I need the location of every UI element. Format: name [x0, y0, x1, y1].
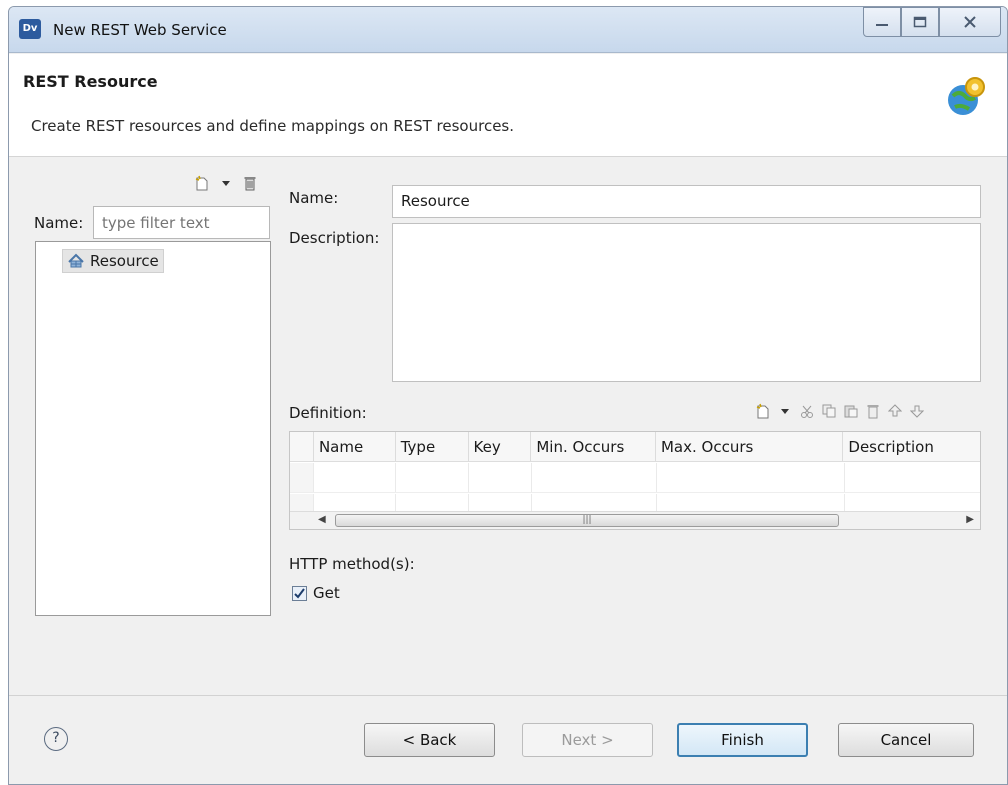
table-header-spacer: [290, 432, 314, 461]
table-row[interactable]: [290, 494, 980, 512]
definition-table[interactable]: Name Type Key Min. Occurs Max. Occurs De…: [289, 431, 981, 530]
column-max-occurs[interactable]: Max. Occurs: [656, 432, 844, 461]
cancel-button[interactable]: Cancel: [838, 723, 974, 757]
description-textarea[interactable]: [392, 223, 981, 382]
definition-toolbar: [755, 403, 925, 419]
scrollbar-thumb[interactable]: |||: [335, 514, 839, 527]
name-input[interactable]: Resource: [392, 185, 981, 218]
scroll-right-icon[interactable]: ▶: [966, 514, 974, 525]
dropdown-arrow-icon[interactable]: [218, 175, 234, 191]
column-description[interactable]: Description: [843, 432, 980, 461]
move-up-icon[interactable]: [887, 403, 903, 419]
maximize-button[interactable]: [901, 7, 939, 37]
resource-icon: [68, 253, 84, 268]
delete-icon[interactable]: [242, 175, 258, 191]
filter-label: Name:: [34, 214, 84, 232]
paste-icon[interactable]: [843, 403, 859, 419]
maximize-icon: [913, 16, 927, 28]
minimize-icon: [876, 24, 888, 26]
column-name[interactable]: Name: [314, 432, 396, 461]
resource-toolbar: [194, 175, 258, 191]
wizard-header: REST Resource Create REST resources and …: [9, 54, 1007, 157]
tree-item-resource[interactable]: Resource: [62, 249, 164, 273]
http-methods-label: HTTP method(s):: [289, 555, 415, 573]
dialog-window: Dv New REST Web Service REST Resource Cr…: [8, 6, 1008, 785]
back-button[interactable]: < Back: [364, 723, 495, 757]
table-row[interactable]: [290, 463, 980, 493]
close-icon: [964, 16, 976, 28]
footer-divider: [9, 695, 1007, 696]
title-bar: Dv New REST Web Service: [9, 7, 1007, 53]
finish-button[interactable]: Finish: [677, 723, 808, 757]
cut-icon[interactable]: [799, 403, 815, 419]
get-checkbox[interactable]: [292, 586, 307, 601]
close-button[interactable]: [939, 7, 1001, 37]
move-down-icon[interactable]: [909, 403, 925, 419]
resource-tree[interactable]: Resource: [35, 241, 271, 616]
checkmark-icon: [294, 588, 305, 599]
table-header: Name Type Key Min. Occurs Max. Occurs De…: [290, 432, 980, 462]
filter-input[interactable]: [93, 206, 270, 239]
page-description: Create REST resources and define mapping…: [31, 117, 515, 135]
column-key[interactable]: Key: [469, 432, 532, 461]
app-icon: Dv: [19, 19, 41, 39]
dropdown-arrow-icon[interactable]: [777, 403, 793, 419]
new-resource-icon[interactable]: [194, 175, 210, 191]
name-label: Name:: [289, 189, 339, 207]
minimize-button[interactable]: [863, 7, 901, 37]
new-icon[interactable]: [755, 403, 771, 419]
tree-item-label: Resource: [90, 252, 159, 270]
column-min-occurs[interactable]: Min. Occurs: [531, 432, 656, 461]
window-title: New REST Web Service: [53, 21, 227, 39]
page-title: REST Resource: [23, 72, 158, 91]
next-button[interactable]: Next >: [522, 723, 653, 757]
get-checkbox-label[interactable]: Get: [313, 584, 340, 602]
help-icon[interactable]: ?: [44, 727, 68, 751]
table-horizontal-scrollbar[interactable]: ◀ ||| ▶: [290, 511, 980, 529]
definition-label: Definition:: [289, 404, 367, 422]
scroll-left-icon[interactable]: ◀: [318, 514, 326, 525]
globe-gear-icon: [948, 77, 985, 115]
description-label: Description:: [289, 229, 380, 247]
column-type[interactable]: Type: [396, 432, 469, 461]
delete-icon[interactable]: [865, 403, 881, 419]
copy-icon[interactable]: [821, 403, 837, 419]
